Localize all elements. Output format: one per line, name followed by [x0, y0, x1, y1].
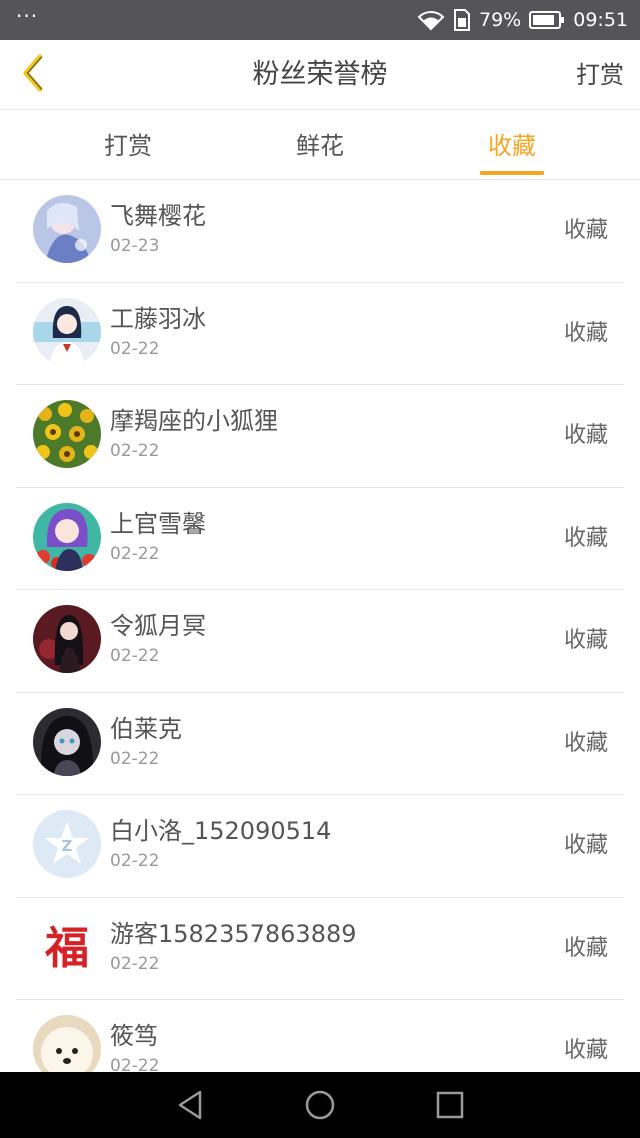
list-item[interactable]: 令狐月冥 02-22 收藏 [16, 590, 624, 693]
system-nav-bar [0, 1072, 640, 1138]
back-triangle-icon[interactable] [174, 1089, 206, 1121]
list-item[interactable]: 工藤羽冰 02-22 收藏 [16, 283, 624, 385]
row-action-label: 收藏 [563, 218, 608, 243]
user-name: 筱笃 [110, 1022, 158, 1050]
list-item[interactable]: 飞舞樱花 02-23 收藏 [16, 180, 624, 283]
row-action-label: 收藏 [563, 833, 608, 858]
user-date: 02-22 [110, 441, 160, 461]
list-item[interactable]: 摩羯座的小狐狸 02-22 收藏 [16, 385, 624, 488]
home-circle-icon[interactable] [304, 1089, 336, 1121]
user-date: 02-22 [110, 851, 160, 871]
user-date: 02-22 [110, 543, 160, 564]
tab-label: 鲜花 [296, 132, 344, 160]
row-action-label: 收藏 [563, 320, 608, 346]
avatar [33, 502, 101, 571]
tab-bar: 打赏 鲜花 收藏 [0, 111, 640, 180]
status-time: 09:51 [573, 9, 628, 31]
user-name: 摩羯座的小狐狸 [110, 407, 278, 435]
user-name: 令狐月冥 [110, 612, 206, 640]
tab-label: 收藏 [488, 132, 536, 160]
user-name: 飞舞樱花 [110, 202, 206, 230]
notification-dots: ··· [16, 4, 39, 28]
sim-icon [453, 9, 471, 31]
avatar [33, 400, 101, 468]
user-date: 02-22 [110, 748, 160, 769]
row-action-label: 收藏 [563, 628, 608, 653]
avatar [33, 297, 101, 366]
avatar: Z [33, 810, 101, 878]
list-item[interactable]: 筱笃 02-22 收藏 [16, 1000, 624, 1072]
avatar-glyph: 福 [44, 923, 89, 974]
user-date: 02-22 [110, 646, 160, 666]
user-name: 伯莱克 [110, 714, 182, 743]
list-item[interactable]: Z 白小洛_152090514 02-22 收藏 [16, 795, 624, 898]
chevron-left-icon [18, 53, 48, 97]
row-action-label: 收藏 [563, 423, 608, 448]
back-button[interactable] [8, 50, 58, 100]
user-name: 游客1582357863889 [110, 919, 357, 948]
fan-list[interactable]: 飞舞樱花 02-23 收藏 工藤羽冰 02-22 收藏 摩羯座的小狐狸 02-2… [0, 180, 640, 1072]
page-title: 粉丝荣誉榜 [252, 59, 388, 90]
tab-reward[interactable]: 打赏 [96, 111, 160, 180]
battery-icon [529, 10, 565, 30]
list-item[interactable]: 上官雪馨 02-22 收藏 [16, 488, 624, 590]
wifi-icon [417, 9, 445, 31]
tab-active-indicator [480, 171, 544, 175]
user-date: 02-23 [110, 236, 160, 256]
avatar-glyph: Z [62, 837, 73, 855]
tab-favorites[interactable]: 收藏 [480, 111, 544, 180]
avatar [33, 195, 101, 263]
avatar [33, 605, 101, 673]
recents-square-icon[interactable] [434, 1089, 466, 1121]
row-action-label: 收藏 [563, 935, 608, 961]
avatar: 福 [33, 912, 101, 981]
list-item[interactable]: 福 游客1582357863889 02-22 收藏 [16, 898, 624, 1000]
row-action-label: 收藏 [563, 730, 608, 756]
reward-button[interactable]: 打赏 [576, 40, 624, 110]
tab-flowers[interactable]: 鲜花 [288, 111, 352, 180]
battery-percent: 79% [479, 9, 522, 31]
tab-label: 打赏 [104, 132, 152, 160]
user-date: 02-22 [110, 338, 160, 359]
avatar [33, 1015, 101, 1072]
status-bar: ··· 79% 09:51 [0, 0, 640, 40]
row-action-label: 收藏 [563, 1038, 608, 1063]
user-date: 02-22 [110, 1056, 160, 1072]
list-item[interactable]: 伯莱克 02-22 收藏 [16, 693, 624, 795]
avatar [33, 707, 101, 776]
user-name: 白小洛_152090514 [110, 817, 332, 845]
user-name: 工藤羽冰 [110, 304, 206, 333]
user-name: 上官雪馨 [110, 509, 206, 538]
user-date: 02-22 [110, 953, 160, 974]
header-bar: 粉丝荣誉榜 打赏 [0, 40, 640, 110]
row-action-label: 收藏 [563, 525, 608, 551]
